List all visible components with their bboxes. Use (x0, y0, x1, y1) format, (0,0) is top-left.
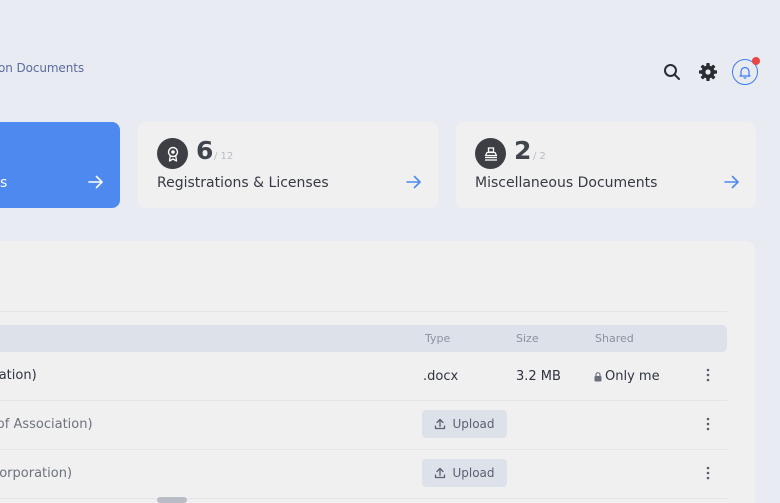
upload-label: Upload (452, 417, 495, 431)
award-icon (157, 138, 188, 169)
upload-button[interactable]: Upload (422, 410, 507, 438)
card-title: Registrations & Licenses (157, 175, 329, 191)
table-row[interactable]: ociation) .docx 3.2 MB Only me (0, 352, 727, 401)
arrow-right-icon (406, 175, 421, 189)
table-row[interactable]: m of Association) Upload (0, 401, 727, 450)
more-options-icon[interactable] (704, 367, 712, 383)
upload-icon (435, 418, 446, 430)
stamp-icon (475, 138, 506, 169)
breadcrumb: on Documents (0, 61, 84, 75)
column-header-type: Type (425, 332, 451, 345)
category-card-miscellaneous[interactable]: 2 / 2 Miscellaneous Documents (456, 122, 756, 208)
top-toolbar (658, 57, 760, 86)
panel-divider (0, 311, 727, 312)
category-card-active[interactable]: ents (0, 122, 120, 208)
gear-icon (699, 63, 717, 81)
horizontal-scrollbar-thumb[interactable] (157, 497, 187, 503)
document-shared: Only me (594, 369, 660, 384)
settings-button[interactable] (694, 58, 722, 86)
category-card-registrations[interactable]: 6 / 12 Registrations & Licenses (138, 122, 438, 208)
arrow-right-icon (88, 175, 103, 189)
document-name: Incorporation) (0, 466, 73, 481)
document-size: 3.2 MB (516, 369, 561, 384)
notifications-button[interactable] (732, 57, 760, 85)
document-name: m of Association) (0, 417, 93, 432)
document-type: .docx (423, 369, 459, 384)
column-header-shared: Shared (595, 332, 634, 345)
card-title: Miscellaneous Documents (475, 175, 658, 191)
upload-icon (435, 467, 446, 479)
card-total: / 2 (533, 151, 546, 162)
upload-label: Upload (452, 466, 495, 480)
bell-icon (739, 66, 751, 79)
more-options-icon[interactable] (704, 465, 712, 481)
more-options-icon[interactable] (704, 416, 712, 432)
card-count: 2 (514, 136, 532, 165)
column-header-size: Size (516, 332, 539, 345)
notification-dot (752, 57, 760, 65)
upload-button[interactable]: Upload (422, 459, 507, 487)
shared-label: Only me (605, 369, 660, 384)
documents-panel: Type Size Shared ociation) .docx 3.2 MB … (0, 241, 755, 503)
search-icon (664, 64, 680, 80)
category-card-title: ents (0, 175, 8, 191)
search-button[interactable] (658, 58, 686, 86)
lock-icon (594, 371, 602, 381)
card-total: / 12 (214, 151, 234, 162)
card-count: 6 (196, 136, 214, 165)
table-row[interactable]: Incorporation) Upload (0, 450, 727, 499)
document-name: ociation) (0, 368, 37, 383)
table-header: Type Size Shared (0, 325, 727, 352)
arrow-right-icon (724, 175, 739, 189)
